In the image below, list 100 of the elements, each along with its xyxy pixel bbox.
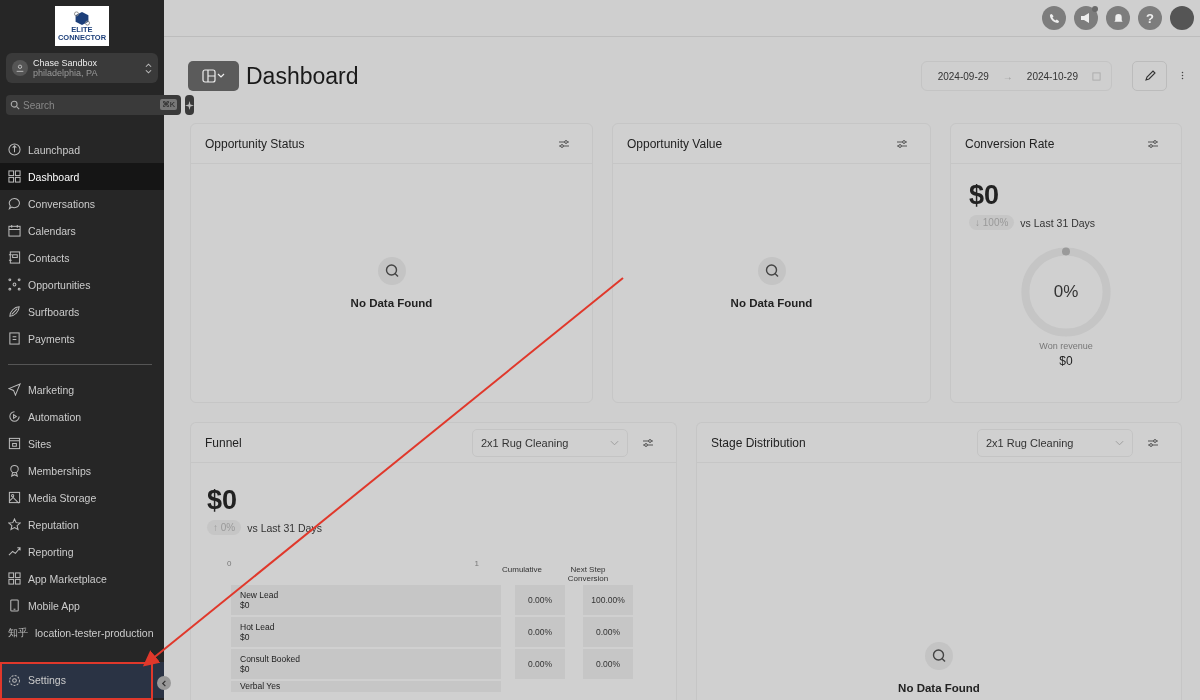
gauge-amount: $0 [1059,354,1073,368]
stage-value: $0 [240,664,251,674]
nav-item[interactable]: Dashboard [0,163,164,190]
ribbon-icon [8,464,21,477]
card-title: Stage Distribution [711,435,806,450]
nav-item[interactable]: 知乎 location-tester-production [0,619,164,646]
image-icon [8,491,21,504]
paper-plane-icon [8,383,21,396]
nav-item[interactable]: Calendars [0,217,164,244]
announcements-button[interactable] [1074,6,1098,30]
layout-dropdown-button[interactable] [188,61,239,91]
nav-item[interactable]: Mobile App [0,592,164,619]
page-title: Dashboard [246,62,359,90]
phone-icon [1048,12,1060,24]
phone-button[interactable] [1042,6,1066,30]
comparison-text: vs Last 31 Days [1020,216,1096,229]
quick-action-button[interactable] [185,95,194,115]
contact-book-icon [8,251,21,264]
megaphone-icon [1080,12,1092,24]
phone-icon [8,599,21,612]
keyboard-shortcut: ⌘K [159,99,177,110]
nav-item[interactable]: Sites [0,430,164,457]
start-date: 2024-09-29 [937,70,989,82]
sliders-icon [558,138,570,149]
table-cell: 0.00% [583,649,633,679]
search-icon [757,257,786,285]
calendar-icon [8,224,21,237]
nav-item[interactable]: Payments [0,325,164,352]
receipt-icon [8,332,21,345]
stage-name: Consult Booked [240,654,301,664]
trend-line-icon [8,545,21,558]
amount: $0 [969,180,1000,211]
card-title: Conversion Rate [965,136,1055,151]
search-icon [925,642,953,670]
pipeline-dropdown[interactable]: 2x1 Rug Cleaning [977,428,1133,457]
location-pin-icon [12,60,28,76]
filter-button[interactable] [1147,138,1159,149]
bell-icon [1112,12,1124,24]
nav-item[interactable]: Opportunities [0,271,164,298]
nav-item[interactable]: Conversations [0,190,164,217]
column-header: Next Step Conversion [566,565,610,583]
settings-nav-item[interactable]: Settings [0,662,164,698]
grid-icon [8,170,21,183]
arrow-glyph: → [1002,70,1013,82]
stage-value: $0 [240,632,251,642]
filter-button[interactable] [642,437,654,448]
nav-item[interactable]: Memberships [0,457,164,484]
chevron-down-icon [1115,439,1124,446]
edit-button[interactable] [1132,61,1167,91]
nav-item[interactable]: Marketing [0,376,164,403]
sliders-icon [896,138,908,149]
sliders-icon [642,437,654,448]
date-range-picker[interactable]: 2024-09-29 → 2024-10-29 [920,61,1112,91]
rocket-icon [8,143,21,156]
nav-item[interactable]: Reputation [0,511,164,538]
layout-caret-icon [201,69,226,83]
surfboard-icon [8,305,21,318]
nav-item[interactable]: Automation [0,403,164,430]
settings-icon [8,673,21,687]
sliders-icon [1147,437,1159,448]
table-cell: 0.00% [583,617,633,647]
sparkle-icon [185,100,194,110]
nav-item[interactable]: App Marketplace [0,565,164,592]
search-icon [377,257,406,285]
chevron-left-icon [160,679,168,687]
filter-button[interactable] [896,138,908,149]
nav-item[interactable]: Media Storage [0,484,164,511]
sliders-icon [1147,138,1159,149]
grid-icon [8,572,21,585]
axis-label: 1 [474,559,479,568]
pipeline-dropdown[interactable]: 2x1 Rug Cleaning [472,428,628,457]
hexagon-logo-icon [71,11,93,26]
amount: $0 [207,485,238,516]
avatar[interactable] [1170,6,1194,30]
help-button[interactable]: ? [1138,6,1162,30]
account-switcher[interactable]: Chase Sandbox philadelphia, PA [6,53,158,83]
star-icon [8,518,21,531]
axis-label: 0 [227,559,232,568]
nav-item[interactable]: Surfboards [0,298,164,325]
column-header: Cumulative [501,565,543,574]
filter-button[interactable] [558,138,570,149]
nav-item[interactable]: Reporting [0,538,164,565]
nav-item[interactable]: Launchpad [0,136,164,163]
stage-name: New Lead [240,590,280,600]
browser-icon [8,437,21,450]
table-cell: 0.00% [515,585,565,615]
chat-bubble-icon [8,197,21,210]
gauge-label: Won revenue [1039,341,1093,351]
table-cell: 100.00% [583,585,633,615]
account-name: Chase Sandbox [33,58,99,68]
card-title: Funnel [205,435,242,450]
nav-item[interactable]: Contacts [0,244,164,271]
gauge-value: 0% [1053,282,1079,302]
stage-value: $0 [240,600,251,610]
filter-button[interactable] [1147,437,1159,448]
notifications-button[interactable] [1106,6,1130,30]
pencil-icon [1143,70,1156,82]
end-date: 2024-10-29 [1026,70,1078,82]
play-circle-icon [8,410,21,423]
account-location: philadelphia, PA [33,68,99,78]
